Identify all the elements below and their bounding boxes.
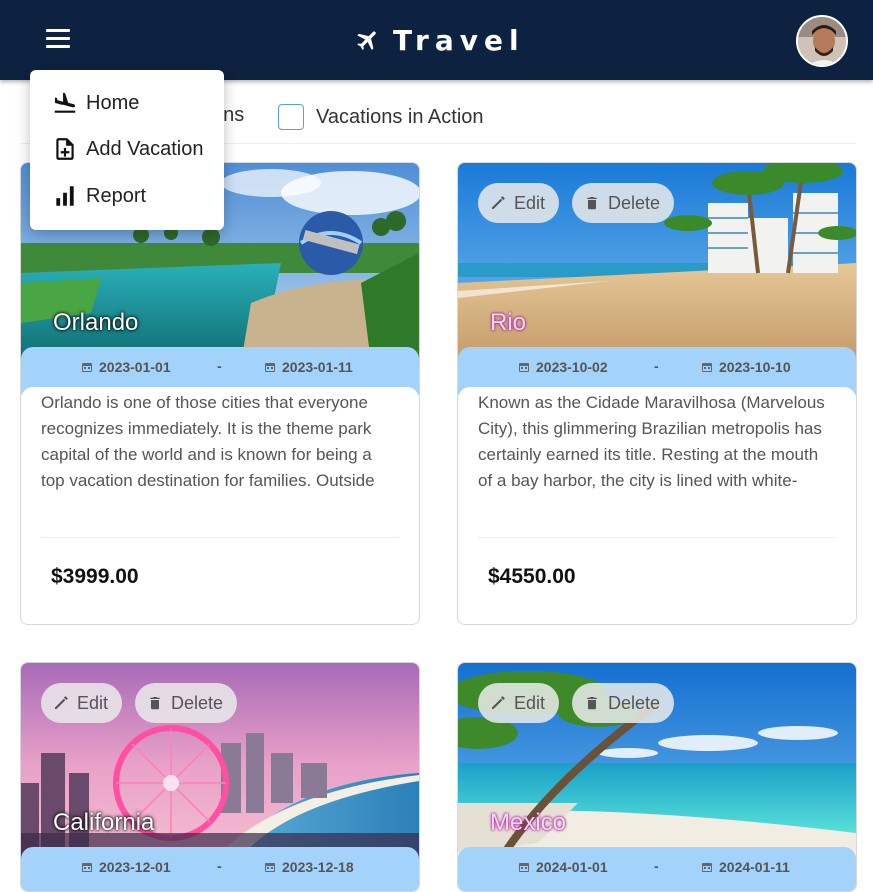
start-date-text: 2024-01-01 xyxy=(536,859,608,875)
pencil-icon xyxy=(492,196,505,209)
delete-label: Delete xyxy=(608,192,661,213)
edit-button[interactable]: Edit xyxy=(478,183,560,223)
bar-chart-icon xyxy=(56,186,74,206)
delete-button[interactable]: Delete xyxy=(572,683,675,723)
date-separator: - xyxy=(654,358,659,374)
vacation-card: Edit Delete Mexico 2024-01-01 - 2024-01-… xyxy=(457,662,857,892)
calendar-icon xyxy=(702,863,712,872)
edit-label: Edit xyxy=(514,192,546,213)
card-divider xyxy=(478,537,836,538)
calendar-icon xyxy=(265,863,275,872)
destination-title: Rio xyxy=(490,309,527,336)
menu-item-label: Report xyxy=(86,184,147,207)
trash-icon xyxy=(587,197,597,210)
pencil-icon xyxy=(492,696,505,709)
start-date: 2023-12-01 xyxy=(81,859,171,875)
end-date: 2023-10-10 xyxy=(701,359,791,375)
vacation-card: Edit Delete Rio 2023-10-02 - 2023-10-10 … xyxy=(457,162,857,625)
menu-item-home[interactable]: Home xyxy=(30,80,224,126)
date-separator: - xyxy=(654,858,659,874)
delete-label: Delete xyxy=(608,692,661,713)
description-box: Orlando is one of those cities that ever… xyxy=(21,387,419,497)
in-action-label: Vacations in Action xyxy=(316,105,484,128)
description-box: Known as the Cidade Maravilhosa (Marvelo… xyxy=(458,387,856,497)
brand[interactable]: Travel xyxy=(355,22,525,58)
delete-label: Delete xyxy=(171,692,224,713)
end-date: 2023-12-18 xyxy=(264,859,354,875)
airplane-icon xyxy=(357,31,376,50)
calendar-icon xyxy=(82,863,92,872)
end-date-text: 2023-01-11 xyxy=(282,359,353,375)
start-date: 2023-10-02 xyxy=(518,359,608,375)
vacation-description: Known as the Cidade Maravilhosa (Marvelo… xyxy=(478,393,825,490)
trash-icon xyxy=(587,697,597,710)
start-date-text: 2023-10-02 xyxy=(536,359,608,375)
date-strip: 2024-01-01 - 2024-01-11 xyxy=(458,847,856,891)
end-date-text: 2024-01-11 xyxy=(719,859,790,875)
calendar-icon xyxy=(702,363,712,372)
destination-title: Orlando xyxy=(53,309,139,336)
end-date: 2023-01-11 xyxy=(264,359,353,375)
calendar-icon xyxy=(519,863,529,872)
flight-land-icon xyxy=(54,92,76,113)
card-divider xyxy=(41,537,399,538)
vacation-card: Edit Delete California 2023-12-01 - 2023… xyxy=(20,662,420,892)
menu-item-add-vacation[interactable]: Add Vacation xyxy=(30,126,224,172)
vacation-description: Orlando is one of those cities that ever… xyxy=(41,393,375,490)
vacations-in-action-filter[interactable]: Vacations in Action xyxy=(278,104,484,130)
date-separator: - xyxy=(217,858,222,874)
end-date: 2024-01-11 xyxy=(701,859,790,875)
nav-menu: Home Add Vacation Report xyxy=(30,70,224,230)
trash-icon xyxy=(150,697,160,710)
vacation-card: Orlando 2023-01-01 - 2023-01-11 Orlando … xyxy=(20,162,420,625)
calendar-icon xyxy=(519,363,529,372)
start-date-text: 2023-12-01 xyxy=(99,859,171,875)
delete-button[interactable]: Delete xyxy=(572,183,675,223)
app-bar: Travel xyxy=(0,0,873,80)
end-date-text: 2023-10-10 xyxy=(719,359,791,375)
start-date: 2024-01-01 xyxy=(518,859,608,875)
vacation-price: $4550.00 xyxy=(488,565,576,588)
start-date-text: 2023-01-01 xyxy=(99,359,171,375)
destination-title: Mexico xyxy=(490,809,567,836)
menu-item-label: Add Vacation xyxy=(86,137,204,160)
vacation-price: $3999.00 xyxy=(51,565,139,588)
edit-label: Edit xyxy=(514,692,546,713)
destination-title: California xyxy=(53,809,155,836)
start-date: 2023-01-01 xyxy=(81,359,171,375)
edit-button[interactable]: Edit xyxy=(478,683,560,723)
date-separator: - xyxy=(217,358,222,374)
calendar-icon xyxy=(82,363,92,372)
menu-item-label: Home xyxy=(86,91,140,114)
menu-item-report[interactable]: Report xyxy=(30,173,224,219)
edit-button[interactable]: Edit xyxy=(41,683,123,723)
user-avatar[interactable] xyxy=(796,15,848,67)
pencil-icon xyxy=(55,696,68,709)
app-title: Travel xyxy=(393,23,525,57)
delete-button[interactable]: Delete xyxy=(135,683,238,723)
calendar-icon xyxy=(265,363,275,372)
edit-label: Edit xyxy=(77,692,109,713)
in-action-checkbox[interactable] xyxy=(278,104,304,130)
add-file-icon xyxy=(56,138,74,160)
end-date-text: 2023-12-18 xyxy=(282,859,354,875)
hamburger-menu-icon[interactable] xyxy=(46,29,72,51)
date-strip: 2023-12-01 - 2023-12-18 xyxy=(21,847,419,891)
